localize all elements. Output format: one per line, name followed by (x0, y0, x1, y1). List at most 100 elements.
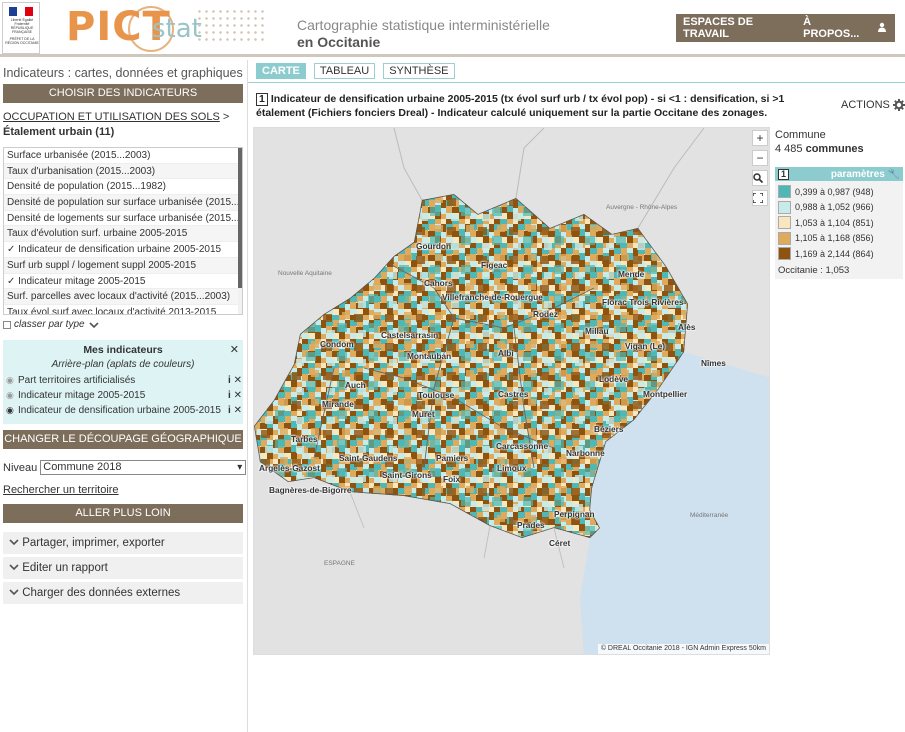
classer-par-type[interactable]: classer par type (3, 319, 100, 330)
info-icon[interactable]: i (228, 405, 231, 416)
map-view[interactable]: Auvergne - Rhône-Alpes Nouvelle Aquitain… (253, 127, 770, 655)
top-nav: ESPACES DE TRAVAIL À PROPOS... (676, 14, 895, 42)
city-label: Villefranche-de-Rouergue (442, 292, 543, 302)
search-icon (753, 173, 763, 183)
chevron-down-icon (9, 564, 19, 571)
left-panel-title: Indicateurs : cartes, données et graphiq… (3, 66, 243, 80)
logo-dots-icon (196, 8, 268, 44)
city-label: Béziers (594, 424, 624, 434)
city-label: Cahors (424, 278, 453, 288)
search-territory-link[interactable]: Rechercher un territoire (3, 484, 119, 496)
indicator-title-text: Indicateur de densification urbaine 2005… (256, 93, 785, 119)
indicator-list-scrollbar[interactable] (238, 148, 242, 314)
logo-stat: stat (152, 14, 202, 44)
accordion-share[interactable]: Partager, imprimer, exporter (3, 532, 243, 554)
indicator-item-selected[interactable]: ✓ Indicateur de densification urbaine 20… (4, 242, 240, 258)
change-geography-button[interactable]: CHANGER LE DÉCOUPAGE GÉOGRAPHIQUE (3, 430, 243, 449)
city-label: Montpellier (643, 389, 688, 399)
legend-class-label: 0,399 à 0,987 (948) (795, 186, 874, 197)
info-icon[interactable]: i (228, 375, 231, 386)
niveau-select[interactable]: Commune 2018 (40, 460, 247, 475)
legend-class-label: 1,169 à 2,144 (864) (795, 248, 874, 259)
wrench-icon[interactable]: 🔧 (888, 169, 900, 180)
city-label: Millau (585, 326, 609, 336)
indicator-item[interactable]: Taux d'évolution surf. urbaine 2005-2015 (4, 226, 240, 243)
my-indicators-title: Mes indicateurs (83, 344, 163, 356)
city-label: Condom (320, 339, 354, 349)
tab-synthese[interactable]: SYNTHÈSE (383, 63, 455, 79)
user-icon[interactable] (870, 22, 895, 35)
legend-region-value: Occitanie : 1,053 (778, 264, 850, 276)
breadcrumb-theme-link[interactable]: OCCUPATION ET UTILISATION DES SOLS (3, 111, 220, 123)
tab-carte[interactable]: CARTE (256, 63, 306, 79)
indicator-item[interactable]: Surf. parcelles avec locaux d'activité (… (4, 289, 240, 305)
fullscreen-icon (753, 193, 763, 203)
breadcrumb: OCCUPATION ET UTILISATION DES SOLS > (3, 111, 229, 123)
zoom-in-button[interactable]: + (752, 130, 768, 146)
city-label: Limoux (497, 463, 527, 473)
my-indicators-panel: Mes indicateurs ✕ Arrière-plan (aplats d… (3, 340, 243, 424)
my-indicator-label[interactable]: Indicateur mitage 2005-2015 (18, 390, 228, 401)
legend-params-header[interactable]: 1 paramètres 🔧 (775, 167, 903, 181)
region-label: ESPAGNE (324, 560, 355, 567)
accordion-report[interactable]: Editer un rapport (3, 557, 243, 579)
remove-icon[interactable]: ✕ (234, 405, 242, 416)
region-label: Auvergne - Rhône-Alpes (606, 204, 678, 211)
tab-tableau[interactable]: TABLEAU (313, 63, 376, 79)
legend-swatch (778, 231, 791, 245)
indicator-item[interactable]: Taux évol surf avec locaux d'activité 20… (4, 304, 240, 314)
legend-swatch (778, 185, 791, 199)
legend-params-number: 1 (778, 168, 789, 180)
my-indicator-row-active: ◉ Indicateur de densification urbaine 20… (6, 403, 242, 417)
chevron-down-icon (9, 589, 19, 596)
indicator-item[interactable]: Densité de population sur surface urbani… (4, 195, 240, 211)
indicator-item[interactable]: Densité de logements sur surface urbanis… (4, 210, 240, 227)
city-label: Foix (443, 474, 461, 484)
my-indicator-label[interactable]: Part territoires artificialisés (18, 375, 228, 386)
gear-icon (892, 99, 905, 111)
indicator-number: 1 (256, 93, 268, 106)
map-legend: Commune 4 485 communes 1 paramètres 🔧 0,… (775, 129, 903, 279)
legend-class: 1,105 à 1,168 (856) (778, 231, 900, 247)
nav-a-propos[interactable]: À PROPOS... (796, 16, 870, 40)
city-label: Auch (345, 380, 366, 390)
indicator-item[interactable]: Taux d'urbanisation (2015...2003) (4, 163, 240, 180)
go-further-button[interactable]: ALLER PLUS LOIN (3, 504, 243, 523)
city-label: Pamiers (436, 453, 469, 463)
indicator-item[interactable]: Surface urbanisée (2015...2003) (4, 148, 240, 164)
indicator-item[interactable]: Surf urb suppl / logement suppl 2005-201… (4, 257, 240, 274)
chevron-down-icon (9, 539, 19, 546)
city-label: Rodez (533, 309, 558, 319)
accordion-label: Editer un rapport (22, 562, 108, 574)
remove-icon[interactable]: ✕ (234, 375, 242, 386)
legend-class: 0,988 à 1,052 (966) (778, 200, 900, 216)
close-icon[interactable]: ✕ (230, 343, 239, 356)
eye-icon[interactable]: ◉ (6, 405, 18, 416)
legend-class: 0,399 à 0,987 (948) (778, 184, 900, 200)
accordion-external-data[interactable]: Charger des données externes (3, 582, 243, 604)
choose-indicators-button[interactable]: CHOISIR DES INDICATEURS (3, 84, 243, 103)
nav-espaces-travail[interactable]: ESPACES DE TRAVAIL (676, 16, 796, 40)
city-label: Saint-Girons (382, 470, 432, 480)
eye-icon[interactable]: ◉ (6, 375, 18, 386)
fullscreen-button[interactable] (752, 190, 768, 206)
chevron-down-icon[interactable] (88, 321, 100, 329)
remove-icon[interactable]: ✕ (234, 390, 242, 401)
classer-checkbox[interactable] (3, 320, 11, 329)
my-indicators-subtitle: Arrière-plan (aplats de couleurs) (51, 359, 195, 370)
republique-text: Liberté Égalité Fraternité RÉPUBLIQUE FR… (10, 18, 34, 34)
prefet-text: PRÉFET DE LA RÉGION OCCITANIE (5, 37, 39, 45)
legend-count-label: communes (805, 143, 864, 155)
legend-level: Commune (775, 129, 826, 141)
indicator-item[interactable]: Densité de population (2015...1982) (4, 179, 240, 196)
legend-count-number: 4 485 (775, 143, 803, 155)
eye-icon[interactable]: ◉ (6, 390, 18, 401)
map-search-button[interactable] (752, 170, 768, 186)
zoom-out-button[interactable]: − (752, 150, 768, 166)
my-indicator-label[interactable]: Indicateur de densification urbaine 2005… (18, 405, 228, 416)
actions-menu[interactable]: ACTIONS (841, 99, 905, 111)
indicator-list: Surface urbanisée (2015...2003) Taux d'u… (3, 147, 243, 315)
info-icon[interactable]: i (228, 390, 231, 401)
indicator-item-selected[interactable]: ✓ Indicateur mitage 2005-2015 (4, 273, 240, 290)
tabs-divider (248, 82, 905, 83)
